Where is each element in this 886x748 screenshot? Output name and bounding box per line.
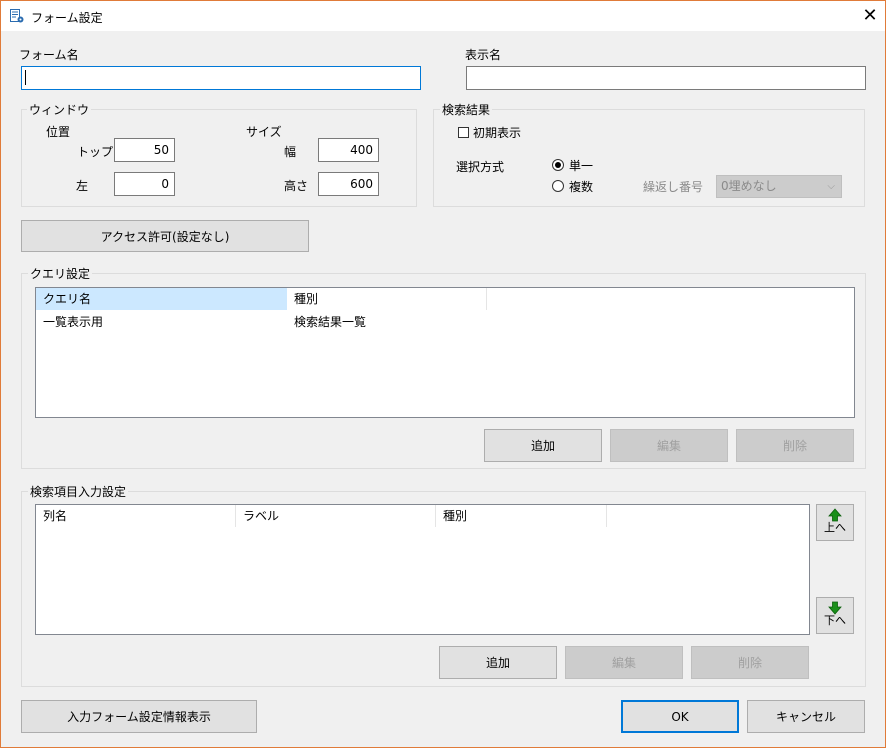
position-label: 位置 — [46, 125, 71, 139]
column-header-kind[interactable]: 種別 — [436, 505, 607, 527]
selection-mode-label: 選択方式 — [456, 160, 505, 174]
query-name-cell: 一覧表示用 — [43, 315, 104, 329]
height-label: 高さ — [284, 179, 309, 193]
width-input[interactable]: 400 — [318, 138, 379, 162]
move-up-label: 上へ — [824, 521, 846, 534]
query-edit-button[interactable]: 編集 — [610, 429, 728, 462]
query-list[interactable]: クエリ名 種別 一覧表示用 検索結果一覧 — [35, 287, 855, 418]
search-item-add-button[interactable]: 追加 — [439, 646, 557, 679]
cancel-button[interactable]: キャンセル — [747, 700, 865, 733]
display-name-label: 表示名 — [465, 48, 502, 62]
move-down-button[interactable]: 下へ — [816, 597, 854, 634]
search-item-edit-button[interactable]: 編集 — [565, 646, 683, 679]
left-label: 左 — [76, 179, 89, 193]
form-name-label: フォーム名 — [19, 48, 79, 62]
form-info-button[interactable]: 入力フォーム設定情報表示 — [21, 700, 257, 733]
display-name-input[interactable] — [466, 66, 866, 90]
column-header-column-name[interactable]: 列名 — [36, 505, 236, 527]
query-add-button[interactable]: 追加 — [484, 429, 602, 462]
form-settings-dialog: フォーム設定 ✕ フォーム名 表示名 ウィンドウ 位置 トップ 50 左 0 サ… — [0, 0, 886, 748]
form-settings-icon — [10, 9, 24, 23]
query-delete-button[interactable]: 削除 — [736, 429, 854, 462]
text-caret — [25, 70, 26, 85]
initial-display-checkbox[interactable] — [458, 127, 469, 138]
close-icon: ✕ — [862, 5, 878, 26]
search-input-settings-group-title: 検索項目入力設定 — [28, 483, 129, 500]
access-permission-button[interactable]: アクセス許可(設定なし) — [21, 220, 309, 252]
repeat-number-label: 繰返し番号 — [643, 180, 704, 194]
left-input[interactable]: 0 — [114, 172, 175, 196]
search-item-list[interactable]: 列名 ラベル 種別 — [35, 504, 810, 635]
single-radio-label[interactable]: 単一 — [569, 157, 593, 174]
chevron-down-icon: ⌵ — [827, 181, 835, 192]
repeat-number-select[interactable]: 0埋めなし ⌵ — [716, 175, 842, 198]
query-type-cell: 検索結果一覧 — [294, 315, 367, 329]
multi-radio-label[interactable]: 複数 — [569, 178, 593, 195]
single-radio[interactable] — [552, 159, 564, 171]
repeat-number-value: 0埋めなし — [721, 179, 777, 193]
arrow-down-icon — [817, 601, 853, 615]
width-label: 幅 — [284, 145, 297, 159]
title-bar: フォーム設定 ✕ — [1, 1, 885, 31]
close-button[interactable]: ✕ — [855, 1, 885, 31]
form-name-input[interactable] — [21, 66, 421, 90]
search-results-group-title: 検索結果 — [440, 101, 493, 118]
query-settings-group-title: クエリ設定 — [28, 265, 93, 282]
move-up-button[interactable]: 上へ — [816, 504, 854, 541]
multi-radio[interactable] — [552, 180, 564, 192]
top-input[interactable]: 50 — [114, 138, 175, 162]
height-input[interactable]: 600 — [318, 172, 379, 196]
size-label: サイズ — [246, 125, 282, 139]
initial-display-label[interactable]: 初期表示 — [473, 124, 521, 141]
column-header-type[interactable]: 種別 — [287, 288, 487, 310]
arrow-up-icon — [817, 508, 853, 522]
move-down-label: 下へ — [824, 614, 846, 627]
search-item-delete-button[interactable]: 削除 — [691, 646, 809, 679]
top-label: トップ — [77, 145, 114, 159]
ok-button[interactable]: OK — [621, 700, 739, 733]
window-title: フォーム設定 — [31, 11, 103, 25]
column-header-query-name[interactable]: クエリ名 — [36, 288, 287, 310]
window-group-title: ウィンドウ — [27, 101, 92, 118]
column-header-label[interactable]: ラベル — [236, 505, 436, 527]
